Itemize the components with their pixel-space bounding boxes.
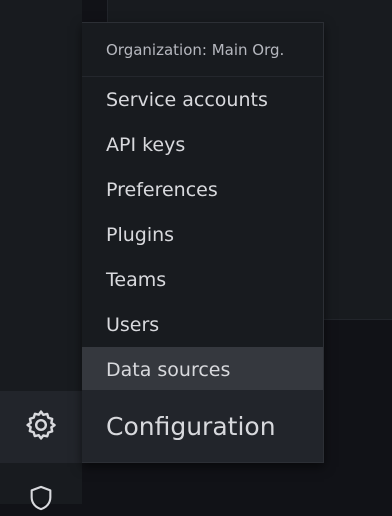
menu-item-service-accounts[interactable]: Service accounts — [82, 77, 323, 122]
menu-item-plugins[interactable]: Plugins — [82, 212, 323, 257]
shield-icon — [27, 484, 55, 516]
menu-item-data-sources[interactable]: Data sources — [82, 347, 323, 392]
menu-item-users[interactable]: Users — [82, 302, 323, 347]
menu-item-preferences[interactable]: Preferences — [82, 167, 323, 212]
sidebar-item-configuration[interactable] — [0, 391, 82, 463]
configuration-menu: Organization: Main Org. Service accounts… — [82, 22, 324, 463]
menu-header-organization: Organization: Main Org. — [82, 23, 323, 77]
menu-item-api-keys[interactable]: API keys — [82, 122, 323, 167]
gear-icon — [24, 408, 58, 446]
menu-footer-configuration[interactable]: Configuration — [82, 390, 323, 462]
menu-item-teams[interactable]: Teams — [82, 257, 323, 302]
